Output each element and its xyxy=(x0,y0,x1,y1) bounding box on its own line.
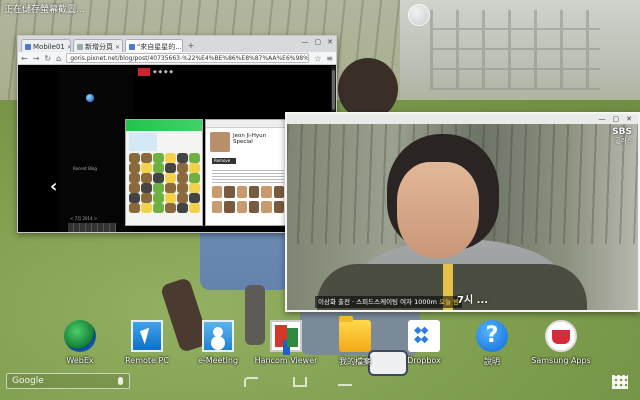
minimize-icon[interactable]: — xyxy=(599,115,606,123)
folder-icon[interactable] xyxy=(339,316,371,352)
maximize-icon[interactable]: ▢ xyxy=(315,38,322,46)
close-icon[interactable]: ✕ xyxy=(626,115,632,123)
status-notification-text: 正在儲存螢幕截圖... xyxy=(4,5,85,15)
help-icon[interactable]: ? xyxy=(476,320,508,352)
detail-description xyxy=(212,169,284,183)
calendar-widget[interactable] xyxy=(68,223,116,232)
tab-label: Mobile01 xyxy=(33,43,65,51)
maximize-icon[interactable]: ▢ xyxy=(613,115,620,123)
page-sidebar xyxy=(58,66,133,232)
header-links[interactable]: ◆ ◆ ◆ ◆ xyxy=(153,69,173,75)
sticker-image xyxy=(125,119,203,226)
app-dock: WebEx Remote PC e-Meeting Hancom Viewer … xyxy=(0,316,640,370)
wallpaper-building xyxy=(400,0,640,115)
close-icon[interactable]: ✕ xyxy=(67,44,70,51)
app-e-meeting[interactable]: e-Meeting xyxy=(183,318,253,370)
app-label: Dropbox xyxy=(407,356,441,365)
calendar-header: < 7月 2014 > xyxy=(70,216,98,221)
prev-arrow-icon[interactable]: ‹ xyxy=(50,176,57,197)
app-my-files[interactable]: 我的檔案 xyxy=(320,316,390,370)
e-meeting-icon[interactable] xyxy=(202,320,234,352)
video-title-bar: — ▢ ✕ xyxy=(287,114,638,124)
ticker-text: 이상화 출전 · 스피드스케이팅 여자 1000m xyxy=(318,298,437,306)
detail-sticker-row xyxy=(212,201,284,214)
detail-title: Jeon Ji-Hyun Special xyxy=(233,133,267,145)
home-nav-icon[interactable] xyxy=(293,377,307,387)
dropbox-icon[interactable] xyxy=(408,320,440,352)
app-label: Remote PC xyxy=(125,356,169,365)
broadcaster-logo: SBS 플러스 xyxy=(612,128,632,146)
browser-tab-active[interactable]: "來自星星的... ✕ xyxy=(125,39,183,52)
sticker-header xyxy=(126,120,202,131)
browser-tab[interactable]: 新增分頁 ✕ xyxy=(73,39,123,52)
minimize-icon[interactable]: — xyxy=(302,38,309,46)
menu-icon[interactable]: ≡ xyxy=(326,54,333,63)
app-label: 說明 xyxy=(484,357,500,366)
remove-button: Remove xyxy=(212,158,236,164)
wallpaper-child-head xyxy=(338,58,398,120)
app-samsung-apps[interactable]: Samsung Apps xyxy=(526,318,596,370)
address-bar[interactable]: goris.pixnet.net/blog/post/40735663-%22%… xyxy=(66,53,310,63)
app-label: 我的檔案 xyxy=(339,357,371,366)
app-dropbox[interactable]: Dropbox xyxy=(389,318,459,370)
mic-icon[interactable] xyxy=(118,377,123,385)
sticker-grid xyxy=(129,153,201,213)
new-tab-button[interactable]: + xyxy=(185,41,197,51)
app-label: Samsung Apps xyxy=(531,356,591,365)
hancom-viewer-icon[interactable] xyxy=(270,320,302,352)
app-label: Hancom Viewer xyxy=(254,356,318,365)
webex-icon[interactable] xyxy=(64,320,96,352)
app-hancom-viewer[interactable]: Hancom Viewer xyxy=(251,318,321,370)
samsung-apps-icon[interactable] xyxy=(545,320,577,352)
status-bar: 正在儲存螢幕截圖... xyxy=(0,0,640,15)
remote-pc-icon[interactable] xyxy=(131,320,163,352)
video-ticker: 이상화 출전 · 스피드스케이팅 여자 1000m 오늘 밤 xyxy=(315,296,463,308)
recent-apps-icon[interactable] xyxy=(338,384,352,386)
logo-text: SBS xyxy=(612,127,632,137)
app-remote-pc[interactable]: Remote PC xyxy=(112,318,182,370)
site-logo xyxy=(138,68,150,76)
google-search-bar[interactable]: Google xyxy=(6,373,130,389)
video-person-face xyxy=(397,162,479,258)
page-header: ◆ ◆ ◆ ◆ xyxy=(138,68,208,76)
browser-toolbar: ← → ↻ ⌂ goris.pixnet.net/blog/post/40735… xyxy=(18,52,336,65)
favicon-icon xyxy=(25,44,31,50)
google-label: Google xyxy=(12,376,44,386)
sidebar-label: Recent Blog xyxy=(73,166,97,171)
forward-icon[interactable]: → xyxy=(33,54,40,63)
favicon-icon xyxy=(77,44,83,50)
app-webex[interactable]: WebEx xyxy=(45,318,115,370)
video-caption: 7시 ... xyxy=(457,295,489,306)
avatar xyxy=(210,132,230,152)
favicon-icon xyxy=(129,44,135,50)
home-icon[interactable]: ⌂ xyxy=(56,54,61,63)
tab-label: "來自星星的... xyxy=(137,43,182,51)
close-icon[interactable]: ✕ xyxy=(115,44,120,51)
star-icon[interactable]: ☆ xyxy=(314,54,321,63)
back-nav-icon[interactable] xyxy=(244,377,258,387)
logo-subtext: 플러스 xyxy=(615,138,632,145)
reload-icon[interactable]: ↻ xyxy=(44,54,51,63)
browser-tabstrip: Mobile01 ✕ 新增分頁 ✕ "來自星星的... ✕ + — ▢ ✕ xyxy=(18,36,336,52)
browser-tab[interactable]: Mobile01 ✕ xyxy=(21,39,71,52)
app-label: WebEx xyxy=(66,356,94,365)
app-label: e-Meeting xyxy=(197,356,239,365)
apps-grid-icon[interactable] xyxy=(612,375,628,389)
detail-sticker-row xyxy=(212,186,284,199)
tab-label: 新增分頁 xyxy=(85,43,113,51)
sticker-banner xyxy=(129,133,157,151)
detail-header xyxy=(206,120,286,128)
window-controls: — ▢ ✕ xyxy=(302,38,334,46)
video-player-window[interactable]: — ▢ ✕ SBS 플러스 이상화 출전 · 스피드스케이팅 여자 1000m … xyxy=(285,112,640,312)
sticker-detail-image: Jeon Ji-Hyun Special Remove xyxy=(205,119,287,226)
back-icon[interactable]: ← xyxy=(21,54,28,63)
app-help[interactable]: ? 說明 xyxy=(457,318,527,370)
globe-icon xyxy=(86,94,94,102)
close-window-icon[interactable]: ✕ xyxy=(327,38,333,46)
